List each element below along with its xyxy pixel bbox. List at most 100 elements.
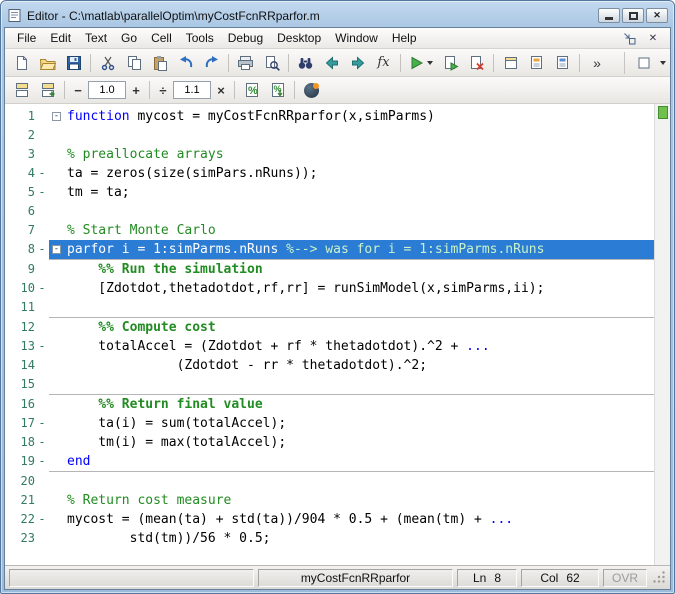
code-line-11[interactable]: 11 bbox=[5, 298, 654, 317]
breakpoint-dash[interactable] bbox=[35, 356, 49, 375]
close-pane-button[interactable]: ✕ bbox=[644, 30, 662, 46]
breakpoint-dash[interactable] bbox=[35, 260, 49, 279]
code-line-21[interactable]: 21% Return cost measure bbox=[5, 491, 654, 510]
insert-function-button[interactable]: fx bbox=[371, 52, 396, 74]
go-forward-button[interactable] bbox=[345, 52, 370, 74]
breakpoint-dash[interactable] bbox=[35, 145, 49, 164]
eval-cell-advance-button[interactable]: % bbox=[265, 79, 290, 101]
breakpoint-dash[interactable] bbox=[35, 298, 49, 317]
paste-button[interactable] bbox=[147, 52, 172, 74]
breakpoint-dash[interactable]: - bbox=[35, 240, 49, 259]
message-bar[interactable] bbox=[654, 104, 670, 565]
code-line-body[interactable]: [Zdotdot,thetadotdot,rf,rr] = runSimMode… bbox=[49, 279, 654, 298]
menu-item-debug[interactable]: Debug bbox=[221, 29, 270, 47]
code-line-22[interactable]: 22-mycost = (mean(ta) + std(ta))/904 * 0… bbox=[5, 510, 654, 529]
code-line-12[interactable]: 12 %% Compute cost bbox=[5, 318, 654, 337]
code-text[interactable]: parfor i = 1:simParms.nRuns %--> was for… bbox=[67, 242, 544, 257]
breakpoint-dash[interactable] bbox=[35, 202, 49, 221]
insert-cell-divider-button[interactable] bbox=[498, 52, 523, 74]
code-line-13[interactable]: 13- totalAccel = (Zdotdot + rf * thetado… bbox=[5, 337, 654, 356]
menu-item-window[interactable]: Window bbox=[328, 29, 385, 47]
code-editor[interactable]: 1-function mycost = myCostFcnRRparfor(x,… bbox=[5, 104, 654, 565]
code-text[interactable]: [Zdotdot,thetadotdot,rf,rr] = runSimMode… bbox=[67, 281, 544, 296]
menu-item-edit[interactable]: Edit bbox=[43, 29, 78, 47]
menu-item-text[interactable]: Text bbox=[78, 29, 114, 47]
code-line-body[interactable]: std(tm))/56 * 0.5; bbox=[49, 529, 654, 548]
breakpoint-dash[interactable]: - bbox=[35, 433, 49, 452]
breakpoint-dash[interactable]: - bbox=[35, 279, 49, 298]
code-line-body[interactable]: mycost = (mean(ta) + std(ta))/904 * 0.5 … bbox=[49, 510, 654, 529]
code-line-9[interactable]: 9 %% Run the simulation bbox=[5, 260, 654, 279]
breakpoint-dash[interactable]: - bbox=[35, 164, 49, 183]
breakpoint-dash[interactable]: - bbox=[35, 337, 49, 356]
menu-item-desktop[interactable]: Desktop bbox=[270, 29, 328, 47]
menu-item-tools[interactable]: Tools bbox=[179, 29, 221, 47]
code-text[interactable]: % Return cost measure bbox=[67, 493, 231, 508]
breakpoint-dash[interactable] bbox=[35, 375, 49, 394]
code-text[interactable]: %% Compute cost bbox=[67, 320, 216, 335]
code-line-body[interactable]: % Return cost measure bbox=[49, 491, 654, 510]
code-line-body[interactable]: ta = zeros(size(simPars.nRuns)); bbox=[49, 164, 654, 183]
toolbar-overflow-button[interactable]: » bbox=[584, 52, 609, 74]
eval-cell-button[interactable]: % bbox=[239, 79, 264, 101]
code-line-18[interactable]: 18- tm(i) = max(totalAccel); bbox=[5, 433, 654, 452]
breakpoint-dash[interactable] bbox=[35, 529, 49, 548]
code-text[interactable]: % Start Monte Carlo bbox=[67, 223, 216, 238]
code-text[interactable]: %% Run the simulation bbox=[67, 262, 263, 277]
menu-item-go[interactable]: Go bbox=[114, 29, 144, 47]
cut-button[interactable] bbox=[95, 52, 120, 74]
find-button[interactable] bbox=[293, 52, 318, 74]
code-line-body[interactable]: %% Run the simulation bbox=[49, 260, 654, 279]
mlint-indicator[interactable] bbox=[658, 106, 668, 119]
resize-grip[interactable] bbox=[653, 571, 666, 584]
code-line-2[interactable]: 2 bbox=[5, 126, 654, 145]
code-line-body[interactable] bbox=[49, 375, 654, 394]
multiply-button[interactable]: × bbox=[212, 80, 230, 100]
save-button[interactable] bbox=[61, 52, 86, 74]
undo-button[interactable] bbox=[173, 52, 198, 74]
code-line-body[interactable]: -function mycost = myCostFcnRRparfor(x,s… bbox=[49, 107, 654, 126]
code-line-23[interactable]: 23 std(tm))/56 * 0.5; bbox=[5, 529, 654, 548]
new-file-button[interactable] bbox=[9, 52, 34, 74]
breakpoint-dash[interactable] bbox=[35, 472, 49, 491]
code-text[interactable]: ta(i) = sum(totalAccel); bbox=[67, 416, 286, 431]
notebook-button[interactable] bbox=[550, 52, 575, 74]
code-line-17[interactable]: 17- ta(i) = sum(totalAccel); bbox=[5, 414, 654, 433]
publish-button[interactable] bbox=[524, 52, 549, 74]
code-text[interactable]: ta = zeros(size(simPars.nRuns)); bbox=[67, 166, 317, 181]
multiply-step-input[interactable] bbox=[173, 81, 211, 99]
increment-button[interactable]: + bbox=[127, 80, 145, 100]
maximize-button[interactable] bbox=[622, 8, 644, 23]
code-line-4[interactable]: 4-ta = zeros(size(simPars.nRuns)); bbox=[5, 164, 654, 183]
breakpoint-dash[interactable] bbox=[35, 107, 49, 126]
breakpoint-dash[interactable]: - bbox=[35, 183, 49, 202]
breakpoint-dash[interactable]: - bbox=[35, 414, 49, 433]
code-line-body[interactable] bbox=[49, 126, 654, 145]
fold-marker-icon[interactable]: - bbox=[52, 245, 61, 254]
status-overwrite-indicator[interactable]: OVR bbox=[603, 569, 647, 587]
code-line-body[interactable]: % Start Monte Carlo bbox=[49, 221, 654, 240]
code-line-15[interactable]: 15 bbox=[5, 375, 654, 394]
code-line-body[interactable]: tm(i) = max(totalAccel); bbox=[49, 433, 654, 452]
code-line-body[interactable]: end bbox=[49, 452, 654, 471]
code-line-body[interactable]: %% Compute cost bbox=[49, 318, 654, 337]
code-line-7[interactable]: 7% Start Monte Carlo bbox=[5, 221, 654, 240]
code-line-body[interactable]: (Zdotdot - rr * thetadotdot).^2; bbox=[49, 356, 654, 375]
minimize-button[interactable] bbox=[598, 8, 620, 23]
code-line-3[interactable]: 3% preallocate arrays bbox=[5, 145, 654, 164]
menu-item-cell[interactable]: Cell bbox=[144, 29, 179, 47]
insert-cell-button[interactable] bbox=[9, 79, 34, 101]
code-line-body[interactable]: ta(i) = sum(totalAccel); bbox=[49, 414, 654, 433]
code-line-16[interactable]: 16 %% Return final value bbox=[5, 395, 654, 414]
code-line-6[interactable]: 6 bbox=[5, 202, 654, 221]
breakpoint-dash[interactable]: - bbox=[35, 452, 49, 471]
code-line-body[interactable]: tm = ta; bbox=[49, 183, 654, 202]
insert-cell-plus-button[interactable] bbox=[35, 79, 60, 101]
divide-button[interactable]: ÷ bbox=[154, 80, 172, 100]
code-line-body[interactable] bbox=[49, 202, 654, 221]
code-text[interactable]: tm = ta; bbox=[67, 185, 130, 200]
code-text[interactable]: mycost = (mean(ta) + std(ta))/904 * 0.5 … bbox=[67, 512, 513, 527]
desktop-dock-dropdown-icon[interactable] bbox=[660, 61, 666, 65]
code-text[interactable]: totalAccel = (Zdotdot + rf * thetadotdot… bbox=[67, 339, 490, 354]
code-text[interactable]: std(tm))/56 * 0.5; bbox=[67, 531, 271, 546]
